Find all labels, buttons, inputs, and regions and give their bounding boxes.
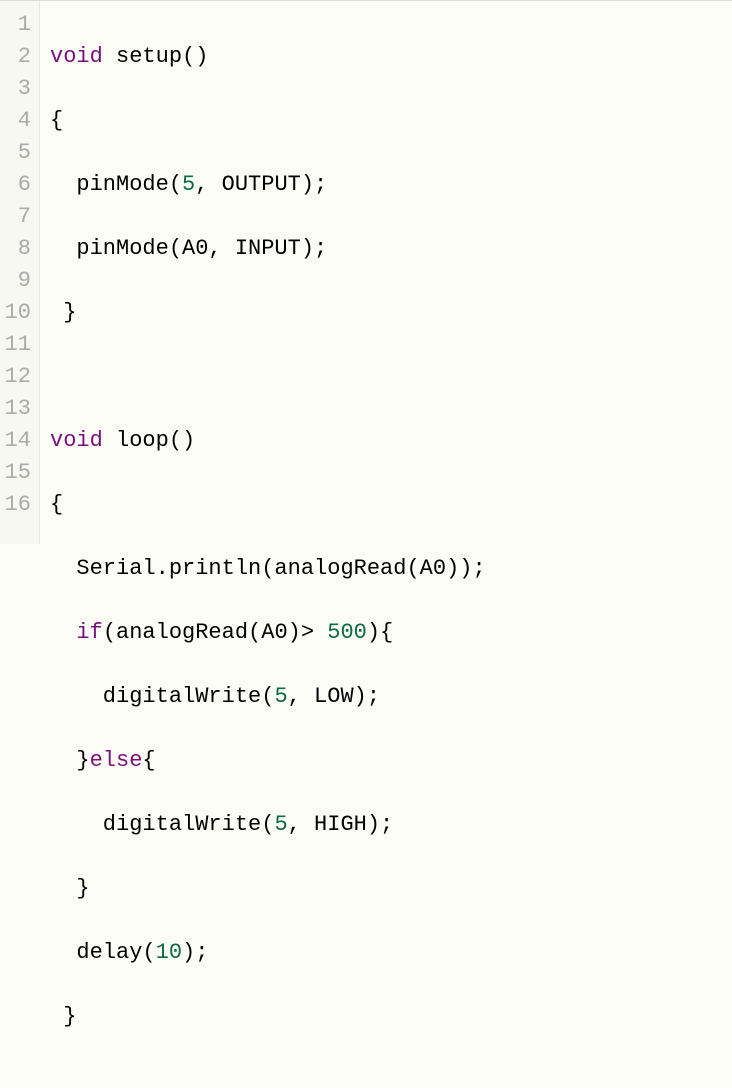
code-area[interactable]: void setup() { pinMode(5, OUTPUT); pinMo… (40, 1, 496, 544)
line-number: 2 (0, 41, 31, 73)
line-number: 13 (0, 393, 31, 425)
code-line: } (50, 1001, 486, 1033)
code-text: { (142, 748, 155, 773)
code-line: Serial.println(analogRead(A0)); (50, 553, 486, 585)
line-number: 16 (0, 489, 31, 521)
code-editor: 1 2 3 4 5 6 7 8 9 10 11 12 13 14 15 16 v… (0, 0, 732, 544)
code-text: delay( (50, 940, 156, 965)
line-number: 14 (0, 425, 31, 457)
line-number: 10 (0, 297, 31, 329)
number-literal: 5 (274, 812, 287, 837)
code-text: , OUTPUT); (195, 172, 327, 197)
line-number: 3 (0, 73, 31, 105)
line-number: 11 (0, 329, 31, 361)
code-text: pinMode( (50, 172, 182, 197)
number-literal: 5 (274, 684, 287, 709)
code-line: } (50, 873, 486, 905)
code-text: (analogRead(A0)> (103, 620, 327, 645)
code-text: digitalWrite( (50, 812, 274, 837)
line-number: 4 (0, 105, 31, 137)
line-number-gutter: 1 2 3 4 5 6 7 8 9 10 11 12 13 14 15 16 (0, 1, 40, 544)
code-line: digitalWrite(5, LOW); (50, 681, 486, 713)
code-text: pinMode(A0, INPUT); (50, 236, 327, 261)
code-text (50, 620, 76, 645)
code-text: { (50, 492, 63, 517)
line-number: 7 (0, 201, 31, 233)
code-line: }else{ (50, 745, 486, 777)
code-line: digitalWrite(5, HIGH); (50, 809, 486, 841)
keyword: else (90, 748, 143, 773)
code-line: void setup() (50, 41, 486, 73)
code-text: } (50, 876, 90, 901)
code-text: , HIGH); (288, 812, 394, 837)
number-literal: 10 (156, 940, 182, 965)
keyword: void (50, 428, 103, 453)
code-text: Serial.println(analogRead(A0)); (50, 556, 486, 581)
code-line: delay(10); (50, 937, 486, 969)
code-line: pinMode(5, OUTPUT); (50, 169, 486, 201)
line-number: 1 (0, 9, 31, 41)
line-number: 9 (0, 265, 31, 297)
keyword: if (76, 620, 102, 645)
code-text: ){ (367, 620, 393, 645)
code-text: setup() (103, 44, 209, 69)
number-literal: 5 (182, 172, 195, 197)
code-line (50, 361, 486, 393)
line-number: 6 (0, 169, 31, 201)
code-text: } (50, 1004, 76, 1029)
code-line: void loop() (50, 425, 486, 457)
code-line: } (50, 297, 486, 329)
keyword: void (50, 44, 103, 69)
number-literal: 500 (327, 620, 367, 645)
line-number: 12 (0, 361, 31, 393)
code-line: { (50, 105, 486, 137)
code-text: ); (182, 940, 208, 965)
code-text: , LOW); (288, 684, 380, 709)
line-number: 5 (0, 137, 31, 169)
code-text: { (50, 108, 63, 133)
code-line: if(analogRead(A0)> 500){ (50, 617, 486, 649)
code-text: digitalWrite( (50, 684, 274, 709)
line-number: 15 (0, 457, 31, 489)
code-text: } (50, 748, 90, 773)
code-text: loop() (103, 428, 195, 453)
code-line: pinMode(A0, INPUT); (50, 233, 486, 265)
code-text: } (50, 300, 76, 325)
code-line: { (50, 489, 486, 521)
line-number: 8 (0, 233, 31, 265)
